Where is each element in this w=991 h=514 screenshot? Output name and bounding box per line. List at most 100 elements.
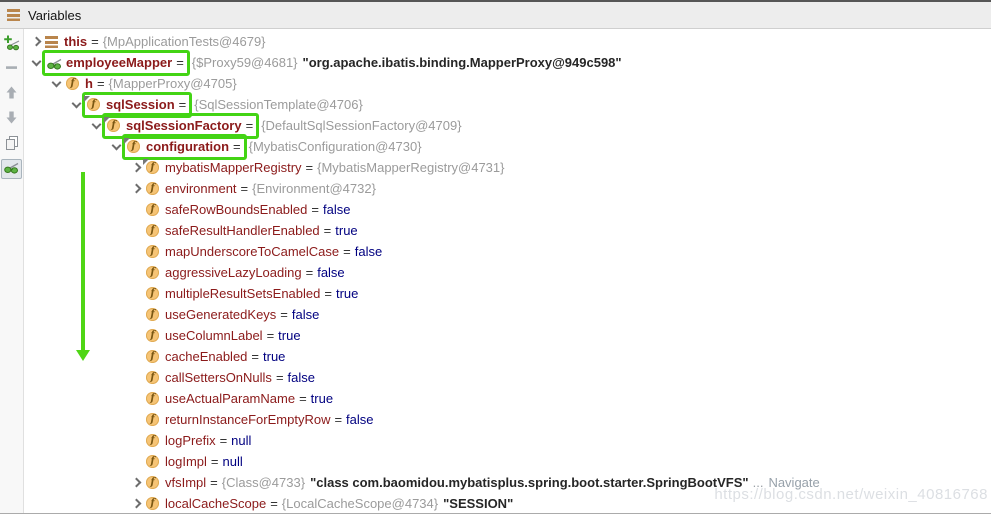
panel-body: this = {MpApplicationTests@4679} employeeMa… [0,29,991,513]
variable-name: sqlSession [106,97,175,112]
variable-row-cacheEnabled[interactable]: cacheEnabled= true [24,346,991,367]
variable-row-useColumnLabel[interactable]: useColumnLabel=true [24,325,991,346]
chevron-down-icon[interactable] [68,94,85,115]
variable-row-returnInstanceForEmptyRow[interactable]: returnInstanceForEmptyRow=false [24,409,991,430]
chevron-right-icon[interactable] [128,178,145,199]
variable-name: safeResultHandlerEnabled [165,223,320,238]
variable-row-mapUnderscoreToCamelCase[interactable]: mapUnderscoreToCamelCase=false [24,241,991,262]
field-icon [84,96,103,113]
variable-row-sqlSessionFactory[interactable]: sqlSessionFactory= {DefaultSqlSessionFact… [24,112,991,139]
value-keyword: true [335,286,359,301]
value-keyword: null [222,454,243,469]
value-reference: {LocalCacheScope@4734} [281,496,439,511]
chevron-right-icon[interactable] [28,31,45,52]
variable-row-logPrefix[interactable]: logPrefix=null [24,430,991,451]
variable-row-configuration[interactable]: configuration={MybatisConfiguration@4730… [24,133,991,160]
field-icon [124,138,143,155]
variable-name: this [64,34,88,49]
equals-sign: = [251,349,259,364]
value-reference: {Class@4733} [221,475,306,490]
variable-row-useActualParamName[interactable]: useActualParamName=true [24,388,991,409]
variable-name: mybatisMapperRegistry [165,160,302,175]
value-keyword: null [231,433,252,448]
variable-row-this[interactable]: this = {MpApplicationTests@4679} [24,31,991,52]
value-string: "class com.baomidou.mybatisplus.spring.b… [310,475,749,490]
variable-row-useGeneratedKeys[interactable]: useGeneratedKeys=false [24,304,991,325]
variable-name: localCacheScope [165,496,267,511]
panel-header: Variables [0,2,991,29]
value-truncated-ellipsis: ... [752,475,764,490]
chevron-down-icon[interactable] [88,115,105,136]
value-keyword: true [278,328,301,343]
chevron-down-icon[interactable] [108,136,125,157]
variable-row-callSettersOnNulls[interactable]: callSettersOnNulls=false [24,367,991,388]
equals-sign: = [219,433,228,448]
chevron-placeholder [128,325,145,346]
field-icon [145,369,162,386]
variable-name: aggressiveLazyLoading [165,265,302,280]
chevron-down-icon[interactable] [28,52,45,73]
navigate-link[interactable]: Navigate [768,475,819,490]
chevron-right-icon[interactable] [128,472,145,493]
move-down-button[interactable] [1,109,22,129]
variable-row-h[interactable]: h={MapperProxy@4705} [24,73,991,94]
equals-sign: = [91,34,99,49]
equals-sign: = [240,181,249,196]
field-icon [143,159,162,176]
value-keyword: false [291,307,320,322]
stack-frame-icon [45,33,60,50]
variable-row-employeeMapper[interactable]: employeeMapper = {$Proxy59@4681} "org.apach… [24,49,991,76]
show-watches-glasses-icon [3,160,20,178]
equals-sign: = [178,97,187,112]
value-keyword: true [263,349,286,364]
variable-row-sqlSession[interactable]: sqlSession= {SqlSessionTemplate@4706} [24,91,991,118]
variable-name: employeeMapper [66,55,173,70]
variable-row-multipleResultSetsEnabled[interactable]: multipleResultSetsEnabled=true [24,283,991,304]
equals-sign: = [275,370,284,385]
add-watch-button[interactable] [1,34,22,54]
equals-sign: = [176,55,184,70]
show-watches-button[interactable] [1,159,22,179]
field-icon [145,306,162,323]
equals-sign: = [305,160,314,175]
value-reference: {MybatisMapperRegistry@4731} [317,160,505,175]
variable-name: returnInstanceForEmptyRow [165,412,331,427]
variable-row-logImpl[interactable]: logImpl=null [24,451,991,472]
field-icon [145,222,162,239]
variable-name: callSettersOnNulls [165,370,272,385]
variable-name: h [85,76,93,91]
value-reference: {MybatisConfiguration@4730} [248,139,422,154]
remove-button[interactable] [1,59,22,79]
variable-row-environment[interactable]: environment={Environment@4732} [24,178,991,199]
value-reference: {MapperProxy@4705} [108,76,237,91]
chevron-placeholder [128,283,145,304]
annotation-green-box: configuration= [122,133,247,160]
variable-row-mybatisMapperRegistry[interactable]: mybatisMapperRegistry={MybatisMapperRegi… [24,157,991,178]
chevron-placeholder [128,451,145,472]
variable-name: environment [165,181,237,196]
duplicate-button[interactable] [1,134,22,154]
equals-sign: = [210,475,218,490]
annotation-green-box: employeeMapper = [42,49,190,76]
variable-row-localCacheScope[interactable]: localCacheScope={LocalCacheScope@4734} "S… [24,493,991,513]
variable-name: useColumnLabel [165,328,263,343]
chevron-placeholder [128,241,145,262]
field-icon [145,453,162,470]
variable-name: useGeneratedKeys [165,307,277,322]
chevron-down-icon[interactable] [48,73,65,94]
variable-row-vfsImpl[interactable]: vfsImpl={Class@4733} "class com.baomidou.… [24,472,991,493]
variables-debugger-panel: Variables this = {MpApplicationTests@4679}… [0,0,991,514]
variable-row-safeRowBoundsEnabled[interactable]: safeRowBoundsEnabled=false [24,199,991,220]
field-icon [145,432,162,449]
chevron-right-icon[interactable] [128,493,145,513]
field-icon [145,411,162,428]
field-icon [145,201,162,218]
move-up-button[interactable] [1,84,22,104]
variable-row-aggressiveLazyLoading[interactable]: aggressiveLazyLoading=false [24,262,991,283]
value-string: "SESSION" [443,496,514,511]
variable-row-safeResultHandlerEnabled[interactable]: safeResultHandlerEnabled=true [24,220,991,241]
panel-title: Variables [28,7,82,23]
value-keyword: false [322,202,351,217]
variable-name: configuration [146,139,230,154]
chevron-placeholder [128,220,145,241]
